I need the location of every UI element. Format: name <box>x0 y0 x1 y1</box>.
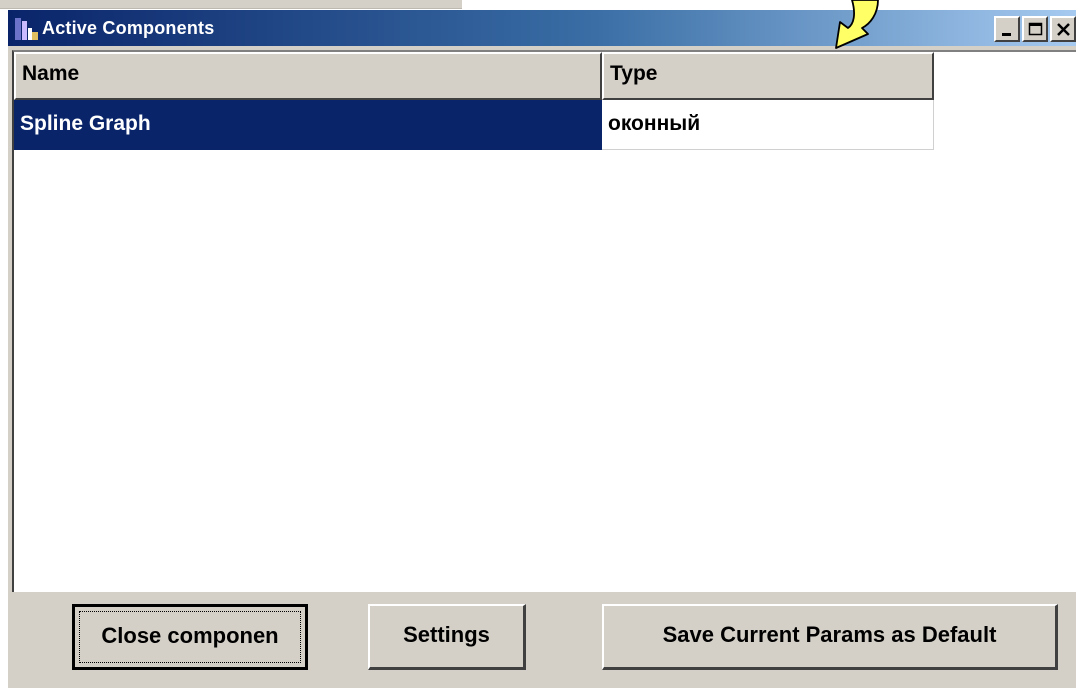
minimize-button[interactable] <box>994 16 1020 42</box>
list-item[interactable]: Spline Graph оконный <box>14 100 934 152</box>
column-header-type[interactable]: Type <box>602 52 934 100</box>
close-component-button[interactable]: Close componen <box>72 604 308 670</box>
close-button[interactable] <box>1050 16 1076 42</box>
title-bar-controls <box>992 16 1076 42</box>
focus-rectangle <box>79 611 301 663</box>
settings-button[interactable]: Settings <box>368 604 526 670</box>
list-item-type[interactable]: оконный <box>602 100 934 150</box>
maximize-button[interactable] <box>1022 16 1048 42</box>
background-window-strip <box>0 0 462 9</box>
window-title: Active Components <box>42 18 215 38</box>
app-icon <box>14 16 40 42</box>
column-header-name[interactable]: Name <box>14 52 602 100</box>
maximize-icon <box>1028 22 1043 36</box>
list-item-name[interactable]: Spline Graph <box>14 100 602 150</box>
minimize-icon <box>1002 33 1011 36</box>
close-icon <box>1057 23 1070 36</box>
callout-arrow-icon <box>835 0 879 49</box>
save-default-button[interactable]: Save Current Params as Default <box>602 604 1058 670</box>
components-list[interactable]: Name Type Spline Graph оконный <box>12 50 1076 592</box>
active-components-window: Active Components Name Type Spline Graph… <box>8 10 1076 688</box>
title-bar[interactable]: Active Components <box>8 10 1076 46</box>
